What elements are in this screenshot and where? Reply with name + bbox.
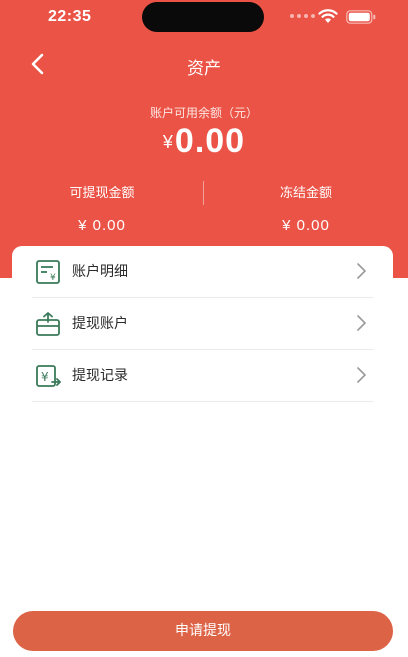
menu-item-label: 提现账户: [72, 316, 128, 332]
withdrawable-label: 可提现金额: [69, 186, 135, 201]
page-title: 资产: [187, 59, 221, 79]
currency-symbol: ¥: [162, 132, 173, 152]
menu-item-label: 提现记录: [72, 368, 128, 384]
balance-value: 0.00: [174, 122, 246, 160]
wallet-card-icon: [36, 312, 60, 336]
menu-item-account-details[interactable]: ¥ 账户明细: [32, 246, 374, 298]
chevron-right-icon: [357, 367, 367, 383]
frozen-balance: 冻结金额 ¥ 0.00: [204, 182, 408, 234]
yuan-record-icon: ¥: [36, 365, 61, 387]
wifi-icon: [318, 9, 338, 23]
menu-item-withdraw-account[interactable]: 提现账户: [32, 298, 374, 350]
withdrawable-balance: 可提现金额 ¥ 0.00: [0, 182, 204, 234]
status-bar: 22:35: [0, 0, 408, 40]
apply-withdraw-button[interactable]: 申请提现: [13, 611, 393, 651]
menu-item-label: 账户明细: [72, 264, 128, 280]
withdrawable-value: ¥ 0.00: [78, 217, 126, 234]
svg-text:¥: ¥: [50, 273, 56, 283]
battery-icon: [346, 10, 376, 24]
svg-text:¥: ¥: [41, 370, 49, 384]
balance-label: 账户可用余额（元）: [149, 106, 258, 120]
frozen-label: 冻结金额: [279, 186, 332, 201]
cellular-signal-icon: [290, 14, 315, 18]
menu-item-withdraw-records[interactable]: ¥ 提现记录: [32, 350, 374, 402]
menu-card: ¥ 账户明细 提现账户 ¥ 提现记录: [12, 246, 393, 410]
status-time: 22:35: [48, 8, 92, 25]
camera-notch: [142, 2, 264, 32]
frozen-value: ¥ 0.00: [282, 217, 330, 234]
ledger-icon: ¥: [36, 260, 60, 284]
chevron-right-icon: [357, 263, 367, 279]
balance-amount: ¥0.00: [0, 122, 408, 161]
chevron-right-icon: [357, 315, 367, 331]
